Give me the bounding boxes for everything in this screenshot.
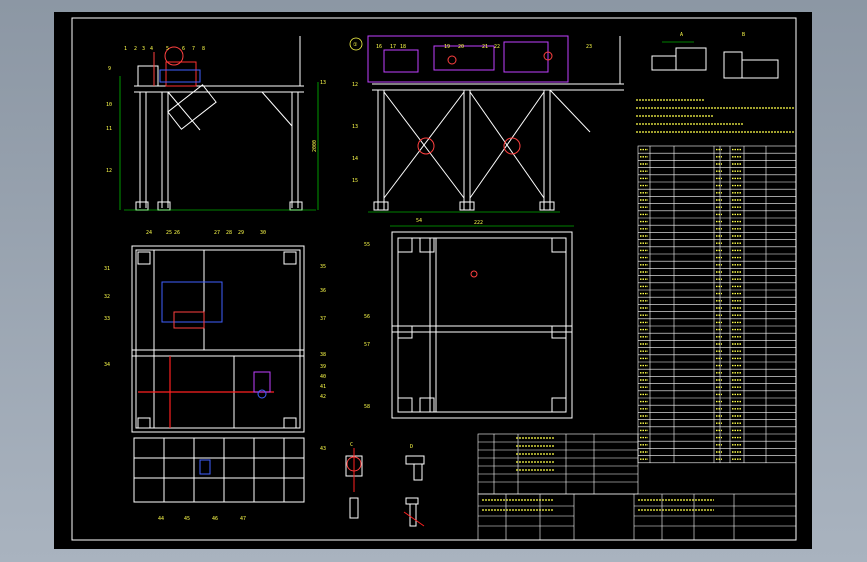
svg-text:42: 42	[320, 394, 326, 400]
parts-list-table	[637, 145, 797, 464]
frame-plan-callouts: 222 54 55 56 57 58	[364, 218, 483, 410]
title-block	[477, 493, 797, 541]
svg-text:1: 1	[124, 46, 127, 52]
svg-text:2000: 2000	[312, 140, 318, 152]
section-details	[345, 41, 779, 527]
svg-text:24: 24	[146, 230, 152, 236]
svg-text:22: 22	[494, 44, 500, 50]
svg-text:58: 58	[364, 404, 370, 410]
svg-text:B: B	[742, 32, 745, 38]
svg-text:57: 57	[364, 342, 370, 348]
svg-text:13: 13	[320, 80, 326, 86]
svg-text:4: 4	[150, 46, 153, 52]
svg-text:①: ①	[353, 42, 358, 48]
svg-text:28: 28	[226, 230, 232, 236]
svg-text:21: 21	[482, 44, 488, 50]
svg-text:32: 32	[104, 294, 110, 300]
drawing-sheet: 1 2 3 4 5 6 7 8 9 10 11 12 13 2000 ① 12 …	[54, 12, 812, 549]
svg-text:37: 37	[320, 316, 326, 322]
technical-notes	[636, 99, 794, 133]
svg-text:43: 43	[320, 446, 326, 452]
svg-text:35: 35	[320, 264, 326, 270]
svg-text:12: 12	[352, 82, 358, 88]
svg-text:8: 8	[202, 46, 205, 52]
svg-text:55: 55	[364, 242, 370, 248]
svg-text:16: 16	[376, 44, 382, 50]
svg-text:40: 40	[320, 374, 326, 380]
svg-text:3: 3	[142, 46, 145, 52]
svg-text:31: 31	[104, 266, 110, 272]
svg-text:47: 47	[240, 516, 246, 522]
svg-text:36: 36	[320, 288, 326, 294]
svg-text:13: 13	[352, 124, 358, 130]
sheet-frame	[71, 17, 797, 541]
svg-text:A: A	[680, 32, 683, 38]
frame-plan-view	[390, 225, 574, 419]
svg-text:17: 17	[390, 44, 396, 50]
svg-text:15: 15	[352, 178, 358, 184]
svg-text:29: 29	[238, 230, 244, 236]
svg-text:10: 10	[106, 102, 112, 108]
svg-text:D: D	[410, 444, 413, 450]
svg-text:38: 38	[320, 352, 326, 358]
svg-text:25: 25	[166, 230, 172, 236]
svg-text:14: 14	[352, 156, 358, 162]
side-view	[367, 35, 624, 213]
svg-text:56: 56	[364, 314, 370, 320]
svg-text:6: 6	[182, 46, 185, 52]
section-labels: A B C D	[350, 32, 745, 450]
svg-text:27: 27	[214, 230, 220, 236]
side-view-callouts: ① 12 13 14 15 16 17 18 19 20 21 22 23	[349, 37, 592, 184]
svg-text:41: 41	[320, 384, 326, 390]
svg-text:30: 30	[260, 230, 266, 236]
svg-text:222: 222	[474, 220, 483, 226]
svg-text:34: 34	[104, 362, 110, 368]
front-view	[119, 36, 319, 211]
svg-text:9: 9	[108, 66, 111, 72]
svg-text:46: 46	[212, 516, 218, 522]
svg-text:19: 19	[444, 44, 450, 50]
svg-text:26: 26	[174, 230, 180, 236]
svg-text:18: 18	[400, 44, 406, 50]
svg-text:5: 5	[166, 46, 169, 52]
svg-text:C: C	[350, 442, 353, 448]
svg-text:7: 7	[192, 46, 195, 52]
svg-text:20: 20	[458, 44, 464, 50]
revision-block	[477, 433, 639, 495]
cad-drawing: 1 2 3 4 5 6 7 8 9 10 11 12 13 2000 ① 12 …	[71, 17, 797, 541]
svg-text:45: 45	[184, 516, 190, 522]
svg-text:33: 33	[104, 316, 110, 322]
svg-text:23: 23	[586, 44, 592, 50]
svg-text:44: 44	[158, 516, 164, 522]
svg-text:2: 2	[134, 46, 137, 52]
front-view-callouts: 1 2 3 4 5 6 7 8 9 10 11 12 13 2000	[106, 46, 326, 174]
svg-text:11: 11	[106, 126, 112, 132]
svg-text:12: 12	[106, 168, 112, 174]
plan-view	[131, 245, 305, 503]
svg-text:54: 54	[416, 218, 422, 224]
svg-text:39: 39	[320, 364, 326, 370]
